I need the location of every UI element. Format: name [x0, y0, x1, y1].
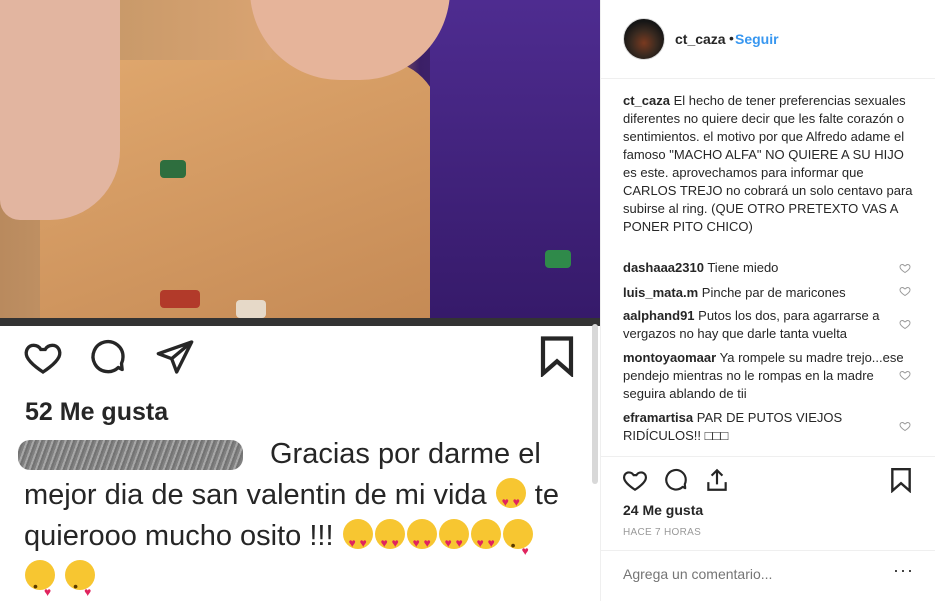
list-item: montoyaomaar Ya rompele su madre trejo..…	[623, 349, 908, 403]
heart-eyes-emoji-icon	[438, 519, 469, 564]
caption-username[interactable]: ct_caza	[623, 93, 670, 108]
image-likes-count: 52 Me gusta	[25, 398, 169, 426]
comment-username[interactable]: aalphand91	[623, 308, 695, 323]
image-caption-line1: Gracias por darme el	[270, 438, 541, 470]
comment-like-heart-icon[interactable]	[899, 420, 911, 432]
share-icon[interactable]	[704, 467, 730, 493]
avatar[interactable]	[623, 18, 665, 60]
comment-like-heart-icon[interactable]	[899, 285, 911, 297]
comment-icon[interactable]	[663, 467, 689, 493]
post-media[interactable]: 52 Me gusta sebas_gamer17Gracias por dar…	[0, 0, 601, 601]
post-photo	[0, 0, 600, 318]
likes-count[interactable]: 24 Me gusta	[623, 502, 703, 518]
follow-button[interactable]: Seguir	[735, 31, 779, 47]
comment-text: Tiene miedo	[707, 260, 779, 275]
comment-like-heart-icon[interactable]	[899, 318, 911, 330]
comment-username[interactable]: dashaaa2310	[623, 260, 704, 275]
kiss-emoji-icon	[25, 560, 55, 601]
comment-username[interactable]: eframartisa	[623, 410, 693, 425]
post-header: ct_caza • Seguir	[601, 0, 935, 79]
kiss-emoji-icon	[502, 519, 533, 572]
image-action-bar	[20, 335, 580, 385]
comments-list[interactable]: ct_caza El hecho de tener preferencias s…	[601, 90, 935, 450]
comment-input[interactable]	[623, 566, 883, 582]
image-caption-line3: quierooo mucho osito !!!	[24, 520, 334, 552]
divider	[601, 456, 935, 457]
heart-icon	[24, 343, 62, 374]
list-item: aalphand91 Putos los dos, para agarrarse…	[623, 307, 908, 343]
image-caption-line2: mejor dia de san valentin de mi vida	[24, 479, 487, 511]
heart-eyes-emoji-icon	[406, 519, 437, 564]
comment-text: Pinche par de maricones	[701, 285, 846, 300]
heart-eyes-emoji-icon	[495, 478, 526, 523]
kiss-emoji-icon	[65, 560, 96, 601]
header-separator: •	[729, 30, 734, 46]
more-options-icon[interactable]: ···	[893, 560, 914, 581]
list-item: eframartisa PAR DE PUTOS VIEJOS RIDÍCULO…	[623, 409, 908, 445]
heart-eyes-emoji-icon	[342, 519, 373, 564]
post-timestamp[interactable]: HACE 7 HORAS	[623, 527, 701, 538]
comment-icon	[91, 340, 125, 374]
post-side-panel: ct_caza • Seguir ct_caza El hecho de ten…	[601, 0, 935, 601]
image-caption-line2b: te	[534, 479, 559, 511]
redaction-scribble	[18, 440, 243, 470]
heart-icon[interactable]	[622, 467, 648, 493]
heart-eyes-emoji-icon	[470, 519, 501, 564]
list-item: dashaaa2310 Tiene miedo	[623, 259, 908, 277]
divider	[601, 550, 935, 551]
list-item: luis_mata.m Pinche par de maricones	[623, 284, 908, 302]
bookmark-icon[interactable]	[890, 467, 912, 493]
caption-comment: ct_caza El hecho de tener preferencias s…	[623, 92, 913, 236]
photo-divider	[0, 318, 600, 326]
comment-like-heart-icon[interactable]	[899, 369, 911, 381]
heart-eyes-emoji-icon	[374, 519, 405, 564]
share-icon	[156, 340, 194, 374]
comment-username[interactable]: luis_mata.m	[623, 285, 698, 300]
image-scrollbar	[592, 324, 598, 484]
comment-username[interactable]: montoyaomaar	[623, 350, 716, 365]
comment-like-heart-icon[interactable]	[899, 262, 911, 274]
caption-text: El hecho de tener preferencias sexuales …	[623, 93, 913, 234]
header-username[interactable]: ct_caza	[675, 31, 726, 47]
bookmark-icon	[540, 336, 574, 377]
